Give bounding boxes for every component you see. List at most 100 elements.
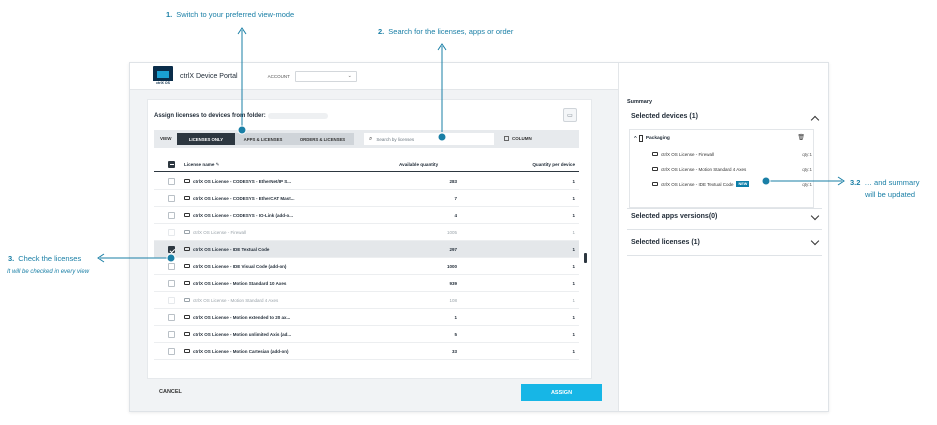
device-license-qty: qty:1 [802, 151, 812, 157]
view-mode-licenses-only[interactable]: LICENSES ONLY [177, 133, 235, 145]
app-title: ctrlX Device Portal [180, 72, 238, 80]
license-name: ctrlX OS License - Motion extended to 20… [193, 314, 291, 320]
available-quantity: 33 [451, 348, 457, 354]
annotation-number: 2. [378, 27, 385, 36]
device-row[interactable]: ^ Packaging [634, 135, 670, 142]
quantity-per-device[interactable]: 1 [572, 264, 575, 269]
row-checkbox[interactable] [168, 178, 175, 185]
quantity-per-device[interactable]: 1 [572, 315, 575, 320]
row-checkbox[interactable] [168, 246, 175, 253]
cancel-button[interactable]: CANCEL [159, 389, 182, 395]
device-license-qty: qty:1 [802, 181, 812, 187]
quantity-per-device[interactable]: 1 [572, 281, 575, 286]
quantity-per-device[interactable]: 1 [572, 298, 575, 303]
search-input[interactable]: ⌕ Search by licenses [364, 133, 494, 145]
edit-icon: ✎ [215, 162, 220, 167]
table-row[interactable]: ctrlX OS License - Motion unlimited Axis… [154, 326, 579, 343]
annotation-step3: 3. Check the licenses [8, 254, 81, 263]
available-quantity: 108 [449, 297, 457, 303]
license-icon [184, 230, 190, 234]
trash-icon[interactable]: 🗑 [797, 134, 805, 141]
table-row[interactable]: ctrlX OS License - CODESYS - IO-Link (ad… [154, 207, 579, 224]
annotation-number: 3. [8, 254, 15, 263]
app-window: ctrlX OS ctrlX Device Portal ACCOUNT ⌄ A… [129, 62, 829, 412]
column-available-quantity: Available quantity [399, 162, 439, 167]
license-name: ctrlX OS License - Firewall [193, 229, 247, 235]
license-icon [184, 196, 190, 200]
table-row[interactable]: ctrlX OS License - IDE Textual Code 297 1 [154, 241, 579, 258]
panel-title: Assign licenses to devices from folder: [154, 113, 266, 119]
row-checkbox[interactable] [168, 348, 175, 355]
row-checkbox[interactable] [168, 263, 175, 270]
view-mode-orders-licenses[interactable]: ORDERS & LICENSES [291, 133, 354, 145]
row-checkbox[interactable] [168, 195, 175, 202]
row-checkbox[interactable] [168, 314, 175, 321]
column-button[interactable]: COLUMN [504, 136, 532, 141]
row-checkbox [168, 229, 175, 236]
annotation-text: Check the licenses [18, 254, 82, 263]
chevron-down-icon[interactable] [810, 211, 820, 221]
table-row[interactable]: ctrlX OS License - Motion Standard 4 Axe… [154, 292, 579, 309]
assign-button[interactable]: ASSIGN [521, 384, 602, 401]
annotation-step3-sub: It will be checked in every view [7, 269, 90, 275]
device-card: ^ Packaging 🗑 ctrlX OS License - Firewal… [629, 129, 814, 208]
table-row[interactable]: ctrlX OS License - Motion Cartesian (add… [154, 343, 579, 360]
row-checkbox[interactable] [168, 280, 175, 287]
folder-name [268, 113, 328, 119]
quantity-per-device[interactable]: 1 [572, 332, 575, 337]
license-icon [184, 213, 190, 217]
quantity-per-device[interactable]: 1 [572, 179, 575, 184]
row-checkbox[interactable] [168, 212, 175, 219]
license-icon [184, 315, 190, 319]
column-quantity-per-device: Quantity per device [532, 162, 575, 167]
select-all-checkbox[interactable] [168, 161, 175, 168]
column-label: COLUMN [512, 136, 532, 141]
expand-button[interactable]: ▭ [563, 108, 577, 122]
device-license-qty: qty:1 [802, 166, 812, 172]
ctrlx-logo[interactable]: ctrlX OS [153, 66, 173, 86]
license-icon [184, 247, 190, 251]
license-icon [184, 281, 190, 285]
page: 1. Switch to your preferred view-mode 2. S… [0, 0, 937, 425]
expand-icon: ▭ [567, 112, 573, 119]
quantity-per-device[interactable]: 1 [572, 349, 575, 354]
license-name: ctrlX OS License - CODESYS - IO-Link (ad… [193, 212, 294, 218]
selected-apps-header[interactable]: Selected apps versions(0) [631, 213, 717, 220]
quantity-per-device[interactable]: 1 [572, 213, 575, 218]
available-quantity: 1 [454, 314, 457, 320]
license-icon [184, 298, 190, 302]
device-license-name: ctrlX OS License - Firewall [661, 151, 715, 157]
logo-text: ctrlX OS [153, 81, 173, 86]
selected-licenses-header[interactable]: Selected licenses (1) [631, 239, 700, 246]
selected-devices-header[interactable]: Selected devices (1) [631, 113, 698, 120]
quantity-per-device[interactable]: 1 [572, 247, 575, 252]
quantity-per-device[interactable]: 1 [572, 230, 575, 235]
table-header: License name ✎ Available quantity Quanti… [154, 158, 579, 172]
column-license-name[interactable]: License name ✎ [184, 162, 220, 168]
view-mode-apps-licenses[interactable]: APPS & LICENSES [235, 133, 291, 145]
summary-title: Summary [627, 99, 653, 105]
license-icon [652, 167, 658, 171]
table-row[interactable]: ctrlX OS License - IDE Visual Code (add-… [154, 258, 579, 275]
table-row[interactable]: ctrlX OS License - Motion extended to 20… [154, 309, 579, 326]
table-row[interactable]: ctrlX OS License - CODESYS - EtherCAT Ma… [154, 190, 579, 207]
account-select[interactable]: ⌄ [294, 70, 357, 82]
chevron-up-icon[interactable] [810, 115, 820, 125]
chevron-down-icon: ⌄ [347, 73, 352, 79]
table-row[interactable]: ctrlX OS License - Firewall 1005 1 [154, 224, 579, 241]
license-icon [652, 152, 658, 156]
annotation-step2: 2. Search for the licenses, apps or order [378, 27, 513, 36]
chevron-down-icon[interactable] [810, 236, 820, 246]
annotation-number: 1. [166, 10, 173, 19]
row-checkbox[interactable] [168, 331, 175, 338]
available-quantity: 7 [454, 195, 457, 201]
available-quantity: 283 [449, 178, 457, 184]
scrollbar[interactable] [584, 253, 587, 263]
available-quantity: 1000 [446, 263, 457, 269]
table-row[interactable]: ctrlX OS License - Motion Standard 10 Ax… [154, 275, 579, 292]
table-row[interactable]: ctrlX OS License - CODESYS - EtherNet/IP… [154, 173, 579, 190]
selected-apps-section: Selected apps versions(0) [627, 205, 822, 230]
annotation-step32: 3.2… and summary [850, 178, 919, 187]
license-name: ctrlX OS License - Motion Standard 4 Axe… [193, 297, 279, 303]
quantity-per-device[interactable]: 1 [572, 196, 575, 201]
